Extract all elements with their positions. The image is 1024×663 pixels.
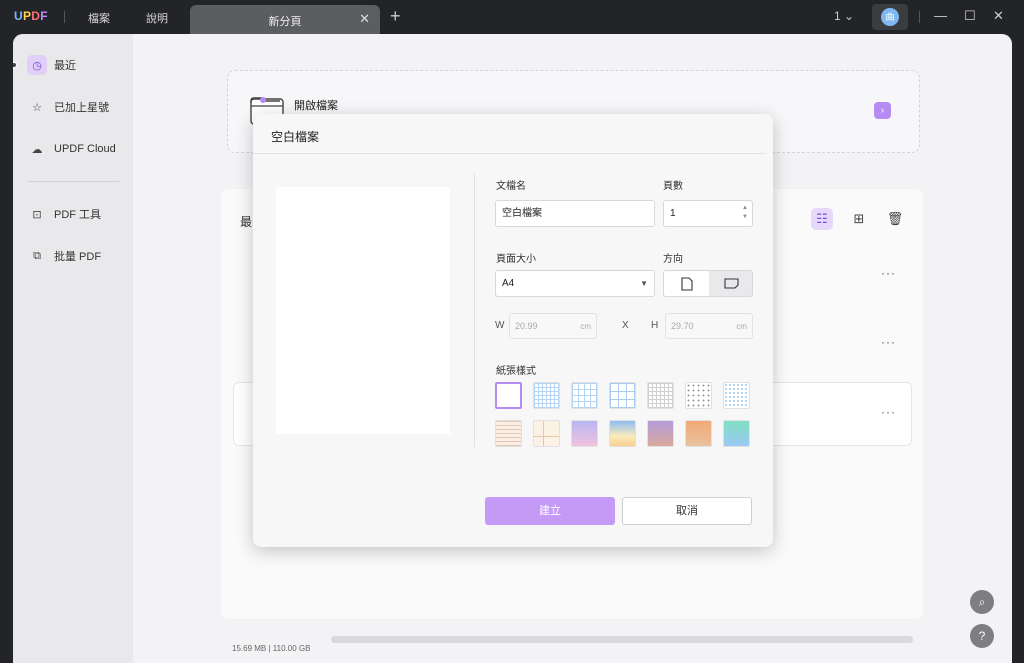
menu-file[interactable]: 檔案 bbox=[88, 10, 110, 26]
title-bar: UPDF 檔案 說明 新分頁 ✕ + 1 ⌄ 曲 — ☐ ✕ bbox=[0, 0, 1024, 34]
close-tab-icon[interactable]: ✕ bbox=[359, 11, 370, 27]
avatar-button[interactable]: 曲 bbox=[872, 4, 908, 30]
orientation-label: 方向 bbox=[663, 254, 683, 265]
paper-style-large-grid[interactable] bbox=[609, 382, 636, 409]
sidebar-item-label: UPDF Cloud bbox=[54, 143, 116, 155]
chevron-right-icon[interactable]: › bbox=[874, 102, 891, 119]
storage-text: 15.69 MB | 110.00 GB bbox=[232, 644, 311, 653]
unit-label: cm bbox=[736, 322, 747, 331]
account-switcher[interactable]: 1 ⌄ bbox=[834, 9, 854, 23]
divider bbox=[474, 174, 475, 447]
updf-logo: UPDF bbox=[14, 9, 48, 23]
cancel-button[interactable]: 取消 bbox=[622, 497, 752, 525]
grid-view-icon[interactable]: ⊞ bbox=[848, 208, 870, 230]
sidebar-item-recent[interactable]: ◷ 最近 bbox=[27, 54, 76, 76]
paper-style-blue-dots[interactable] bbox=[723, 382, 750, 409]
width-value: 20.99 bbox=[515, 321, 538, 331]
divider bbox=[64, 11, 65, 23]
page-size-select[interactable]: A4 ▼ bbox=[495, 270, 655, 297]
doc-name-label: 文檔名 bbox=[496, 181, 526, 192]
paper-style-sky-gradient[interactable] bbox=[609, 420, 636, 447]
paper-style-dusk-gradient[interactable] bbox=[647, 420, 674, 447]
height-input[interactable]: 29.70 cm bbox=[665, 313, 753, 339]
tab-label: 新分頁 bbox=[268, 16, 302, 28]
sidebar-item-label: 最近 bbox=[54, 60, 76, 72]
add-tab-icon[interactable]: + bbox=[390, 6, 401, 27]
doc-name-input[interactable]: 空白檔案 bbox=[495, 200, 655, 227]
storage-bar bbox=[331, 636, 913, 643]
landscape-page-icon bbox=[724, 278, 739, 289]
stepper-arrows-icon[interactable]: ▲ ▼ bbox=[742, 204, 748, 222]
toolbox-icon: ⊡ bbox=[32, 208, 42, 221]
paper-style-ruled[interactable] bbox=[495, 420, 522, 447]
more-options-icon[interactable]: ··· bbox=[881, 335, 896, 349]
unit-label: cm bbox=[580, 322, 591, 331]
paper-style-medium-grid[interactable] bbox=[571, 382, 598, 409]
portrait-button[interactable] bbox=[664, 271, 709, 296]
create-button[interactable]: 建立 bbox=[485, 497, 615, 525]
divider bbox=[919, 11, 920, 23]
account-number: 1 bbox=[834, 9, 841, 23]
open-file-title: 開啟檔案 bbox=[294, 100, 338, 112]
recent-heading: 最 bbox=[240, 215, 253, 229]
clock-icon: ◷ bbox=[27, 55, 47, 75]
batch-icon: ⧉ bbox=[33, 249, 41, 262]
paper-style-lavender-gradient[interactable] bbox=[571, 420, 598, 447]
sidebar-item-starred[interactable]: ☆ 已加上星號 bbox=[27, 96, 109, 118]
pages-value: 1 bbox=[670, 208, 676, 219]
portrait-page-icon bbox=[680, 276, 693, 291]
help-icon[interactable]: ? bbox=[970, 624, 994, 648]
dialog-title: 空白檔案 bbox=[271, 130, 320, 144]
menu-help[interactable]: 說明 bbox=[146, 10, 168, 26]
minimize-icon[interactable]: — bbox=[934, 8, 947, 23]
page-preview bbox=[276, 187, 450, 434]
caret-down-icon: ▼ bbox=[640, 279, 648, 288]
page-size-value: A4 bbox=[502, 278, 515, 289]
paper-style-mint-gradient[interactable] bbox=[723, 420, 750, 447]
width-label: W bbox=[495, 320, 505, 331]
sidebar-item-batch-pdf[interactable]: ⧉ 批量 PDF bbox=[27, 245, 101, 267]
height-value: 29.70 bbox=[671, 321, 694, 331]
sidebar-item-label: 批量 PDF bbox=[54, 251, 102, 263]
sidebar-item-pdf-tools[interactable]: ⊡ PDF 工具 bbox=[27, 203, 101, 225]
divider bbox=[253, 153, 765, 154]
orientation-toggle bbox=[663, 270, 753, 297]
cloud-icon: ☁ bbox=[31, 143, 43, 156]
paper-style-cornell[interactable] bbox=[533, 420, 560, 447]
more-options-icon[interactable]: ··· bbox=[881, 405, 896, 419]
trash-icon[interactable]: 🗑 bbox=[884, 208, 906, 230]
page-size-label: 頁面大小 bbox=[496, 254, 536, 265]
divider bbox=[27, 181, 119, 182]
maximize-icon[interactable]: ☐ bbox=[964, 8, 976, 24]
pages-label: 頁數 bbox=[663, 181, 683, 192]
paper-style-gray-grid[interactable] bbox=[647, 382, 674, 409]
tab-new[interactable]: 新分頁 ✕ bbox=[190, 5, 380, 34]
height-label: H bbox=[651, 320, 659, 331]
paper-style-dots[interactable] bbox=[685, 382, 712, 409]
paper-style-peach-gradient[interactable] bbox=[685, 420, 712, 447]
sidebar-item-label: 已加上星號 bbox=[54, 102, 109, 114]
blank-file-dialog: 空白檔案 文檔名 空白檔案 頁數 1 ▲ ▼ 頁面大小 A4 ▼ 方向 W 20.… bbox=[253, 114, 773, 547]
more-options-icon[interactable]: ··· bbox=[881, 266, 896, 280]
list-view-icon[interactable]: ☷ bbox=[811, 208, 833, 230]
paper-style-label: 紙張樣式 bbox=[496, 366, 536, 377]
star-icon: ☆ bbox=[32, 101, 42, 114]
chevron-down-icon: ⌄ bbox=[844, 9, 855, 23]
pages-stepper[interactable]: 1 ▲ ▼ bbox=[663, 200, 753, 227]
width-input[interactable]: 20.99 cm bbox=[509, 313, 597, 339]
paper-style-small-grid[interactable] bbox=[533, 382, 560, 409]
landscape-button[interactable] bbox=[709, 271, 752, 296]
paper-style-blank[interactable] bbox=[495, 382, 522, 409]
avatar: 曲 bbox=[881, 8, 899, 26]
sidebar: ◷ 最近 ☆ 已加上星號 ☁ UPDF Cloud ⊡ PDF 工具 ⧉ 批量 … bbox=[13, 34, 133, 663]
sidebar-indicator bbox=[13, 61, 18, 69]
sidebar-item-label: PDF 工具 bbox=[54, 209, 102, 221]
search-icon[interactable]: ⌕ bbox=[970, 590, 994, 614]
close-window-icon[interactable]: ✕ bbox=[993, 8, 1004, 24]
x-separator: X bbox=[622, 320, 629, 331]
sidebar-item-cloud[interactable]: ☁ UPDF Cloud bbox=[27, 138, 116, 160]
